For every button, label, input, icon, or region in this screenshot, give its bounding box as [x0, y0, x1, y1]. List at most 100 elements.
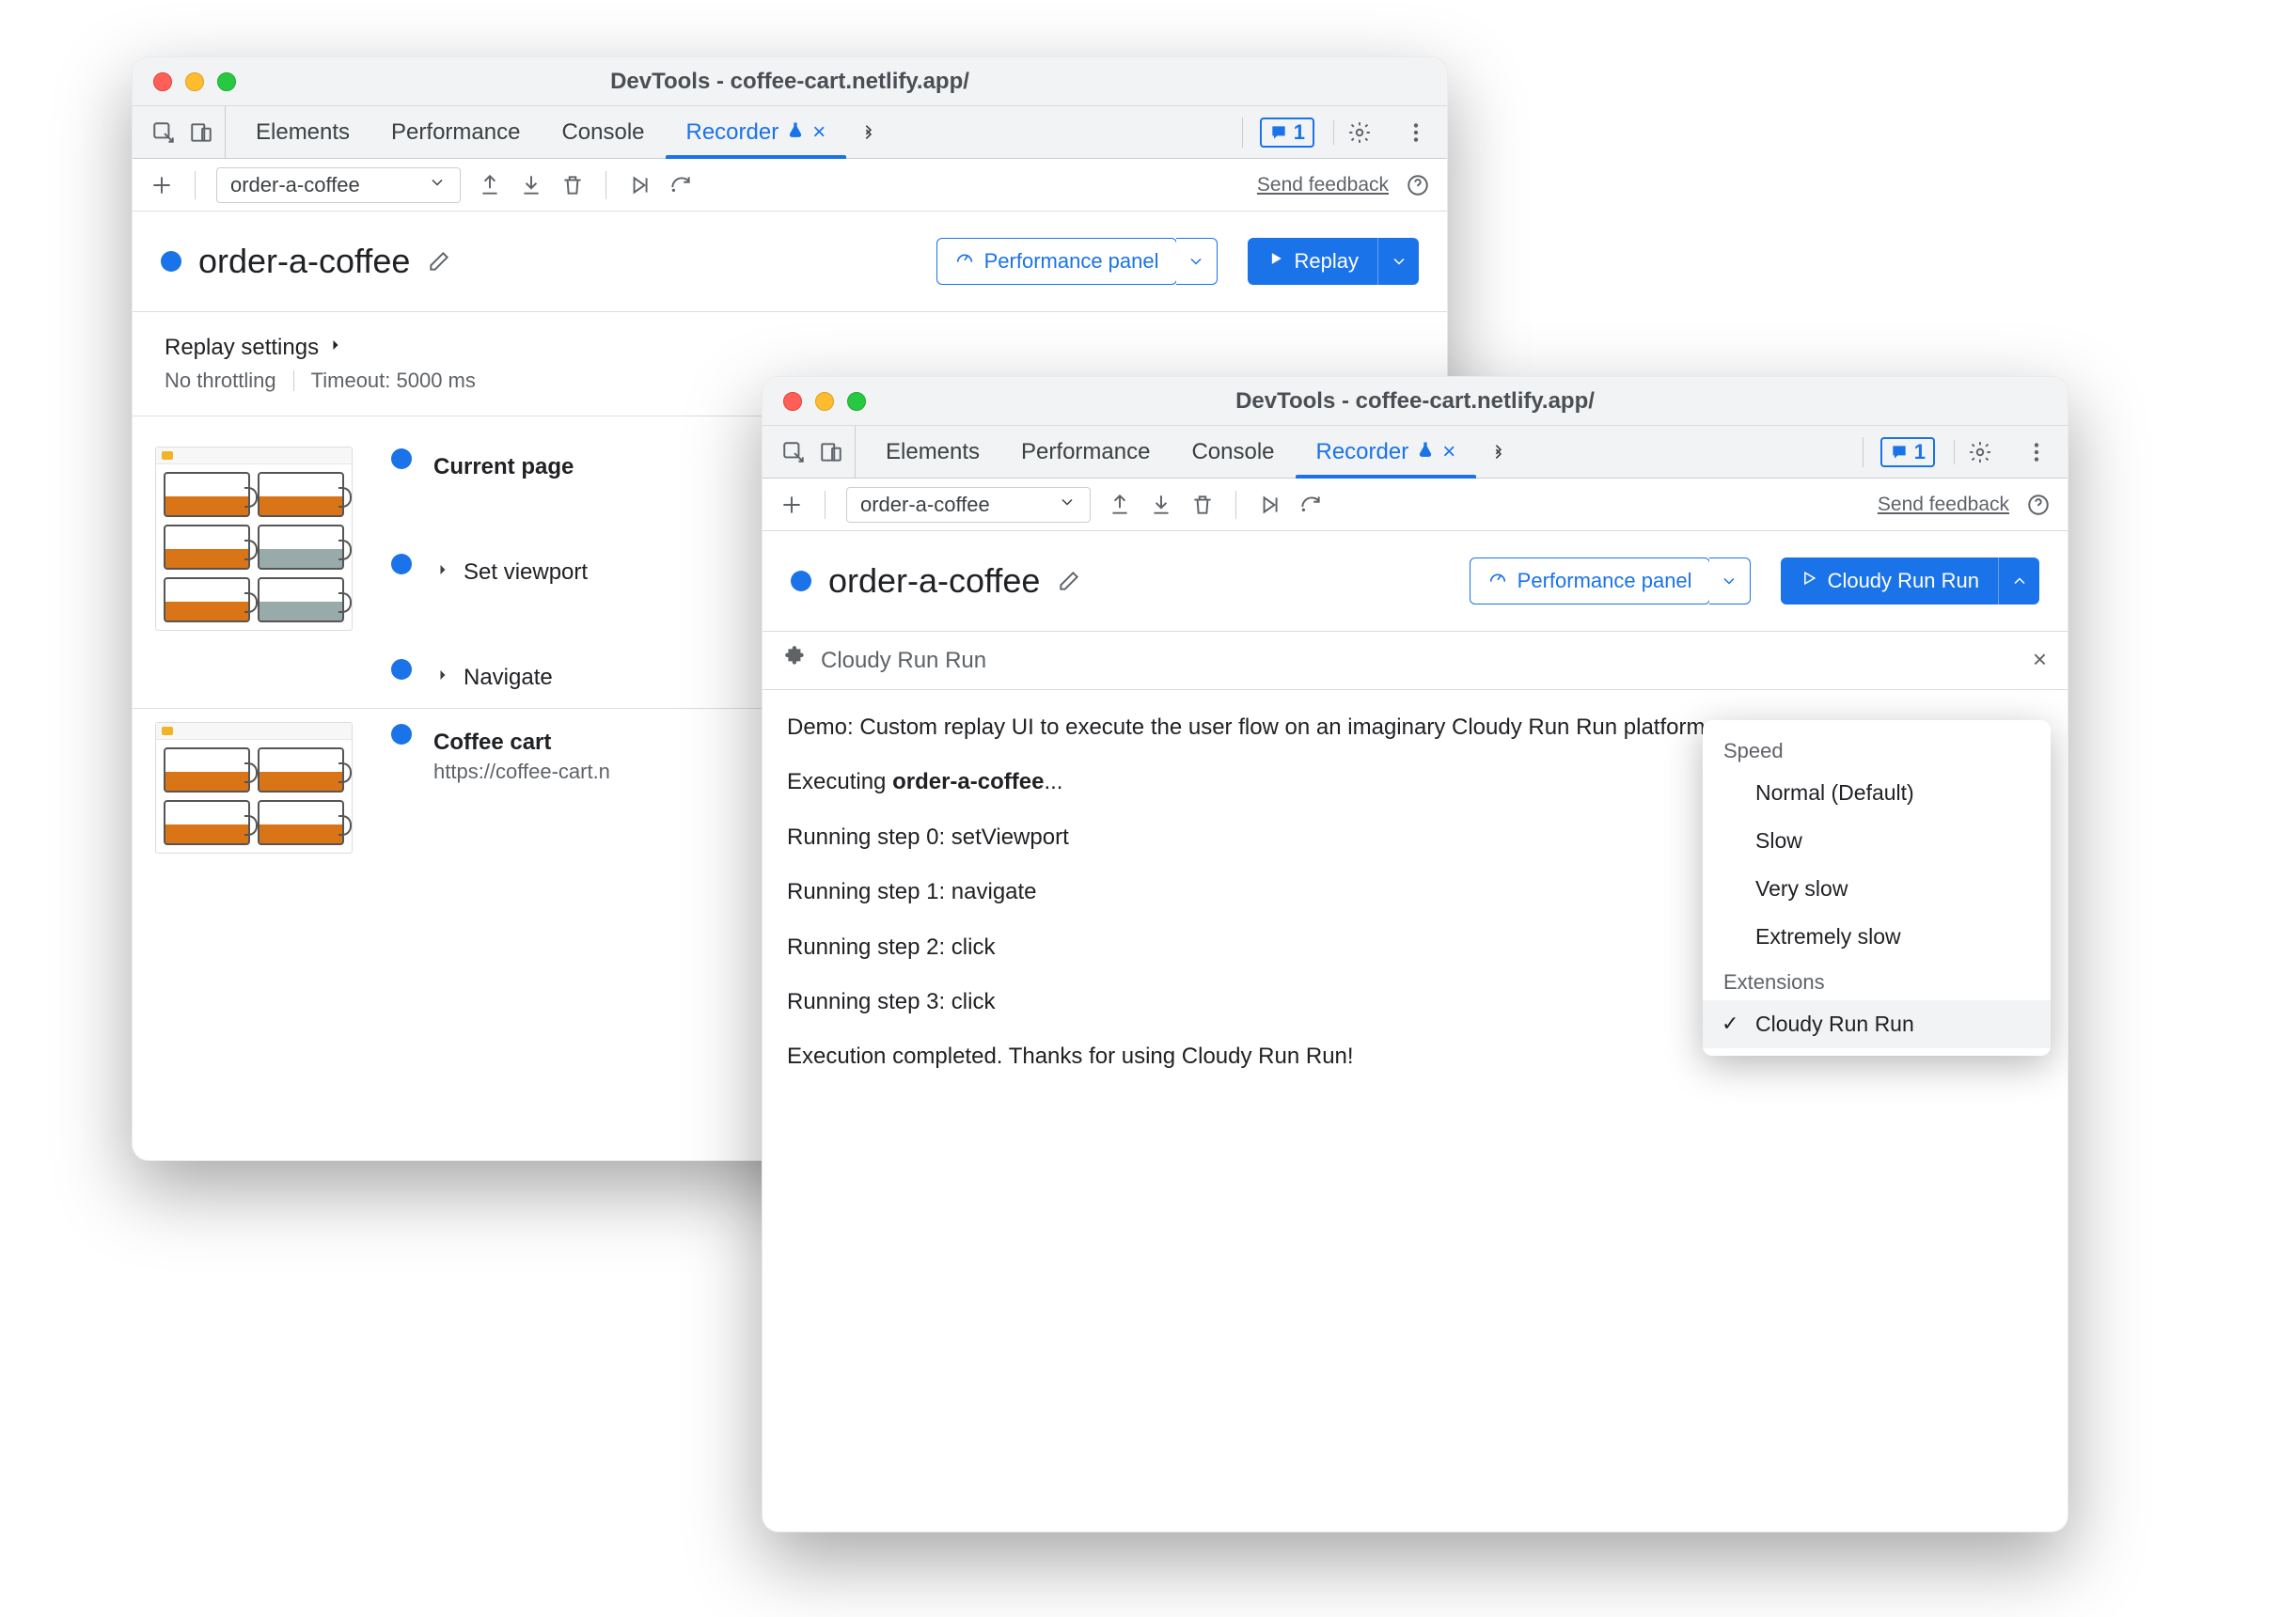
recording-title: order-a-coffee — [198, 242, 410, 281]
tab-strip: Elements Performance Console Recorder × … — [133, 106, 1447, 159]
message-icon — [1890, 443, 1909, 462]
performance-panel-caret[interactable] — [1709, 557, 1751, 604]
recorder-toolbar: order-a-coffee Send feedback — [133, 159, 1447, 212]
record-dot-icon — [161, 251, 181, 272]
replay-caret[interactable] — [1377, 238, 1419, 285]
chevron-right-icon — [326, 335, 345, 361]
tab-performance[interactable]: Performance — [370, 106, 541, 158]
recording-select-value: order-a-coffee — [230, 173, 360, 197]
gauge-icon — [1487, 568, 1508, 594]
expand-icon — [433, 665, 452, 691]
throttling-value: No throttling — [165, 369, 276, 393]
send-feedback-link[interactable]: Send feedback — [1878, 494, 2009, 516]
window-title: DevTools - coffee-cart.netlify.app/ — [133, 69, 1447, 95]
check-icon: ✓ — [1722, 1012, 1738, 1036]
devtools-window-front: DevTools - coffee-cart.netlify.app/ Elem… — [762, 376, 2068, 1532]
export-icon[interactable] — [478, 173, 502, 197]
tab-console[interactable]: Console — [1171, 426, 1295, 478]
replay-split: Replay — [1248, 238, 1419, 285]
menu-heading: Speed — [1703, 730, 2051, 769]
recording-select[interactable]: order-a-coffee — [846, 487, 1091, 523]
menu-item-label: Extremely slow — [1755, 924, 1901, 949]
recording-title: order-a-coffee — [828, 561, 1040, 601]
menu-heading: Extensions — [1703, 961, 2051, 1000]
kebab-icon[interactable] — [2024, 440, 2049, 464]
send-feedback-link[interactable]: Send feedback — [1257, 174, 1389, 196]
performance-panel-split: Performance panel — [1470, 557, 1751, 604]
close-icon[interactable]: × — [2033, 645, 2047, 674]
recording-select-value: order-a-coffee — [860, 493, 990, 517]
menu-item[interactable]: Very slow — [1703, 865, 2051, 913]
recorder-toolbar: order-a-coffee Send feedback — [763, 479, 2068, 531]
settings-icon[interactable] — [1954, 440, 2005, 464]
step-over-icon[interactable] — [1257, 493, 1282, 517]
titlebar[interactable]: DevTools - coffee-cart.netlify.app/ — [133, 57, 1447, 106]
issues-badge[interactable]: 1 — [1880, 437, 1935, 467]
replay-button[interactable]: Replay — [1248, 238, 1377, 285]
tabs-overflow-icon[interactable] — [846, 106, 893, 158]
extension-output: Cloudy Run Run × Demo: Custom replay UI … — [763, 632, 2068, 1108]
tab-performance[interactable]: Performance — [1000, 426, 1171, 478]
settings-icon[interactable] — [1333, 120, 1385, 145]
tabs-overflow-icon[interactable] — [1476, 426, 1523, 478]
device-toggle-icon[interactable] — [819, 440, 843, 464]
menu-item-label: Normal (Default) — [1755, 780, 1914, 805]
add-recording-icon[interactable] — [779, 493, 804, 517]
run-split: Cloudy Run Run — [1781, 557, 2039, 604]
step-icon[interactable] — [668, 173, 693, 197]
tab-recorder[interactable]: Recorder × — [1296, 426, 1477, 478]
recording-select[interactable]: order-a-coffee — [216, 167, 461, 203]
menu-item[interactable]: ✓ Cloudy Run Run — [1703, 1000, 2051, 1048]
inspect-icon[interactable] — [781, 440, 806, 464]
help-icon[interactable] — [2026, 493, 2051, 517]
issues-badge[interactable]: 1 — [1260, 118, 1314, 148]
step-icon[interactable] — [1298, 493, 1323, 517]
delete-icon[interactable] — [1190, 493, 1215, 517]
import-icon[interactable] — [1149, 493, 1173, 517]
step-over-icon[interactable] — [627, 173, 652, 197]
help-icon[interactable] — [1406, 173, 1430, 197]
tab-recorder[interactable]: Recorder × — [666, 106, 847, 158]
edit-title-icon[interactable] — [1057, 569, 1081, 593]
run-button[interactable]: Cloudy Run Run — [1781, 557, 1998, 604]
performance-panel-caret[interactable] — [1176, 238, 1218, 285]
menu-item[interactable]: Extremely slow — [1703, 913, 2051, 961]
message-icon — [1269, 123, 1288, 142]
menu-item-label: Cloudy Run Run — [1755, 1012, 1914, 1036]
delete-icon[interactable] — [560, 173, 585, 197]
play-outline-icon — [1800, 569, 1818, 593]
gauge-icon — [954, 248, 975, 275]
performance-panel-button[interactable]: Performance panel — [936, 238, 1177, 285]
recording-header: order-a-coffee Performance panel Cloudy … — [763, 531, 2068, 632]
record-dot-icon — [791, 571, 811, 591]
export-icon[interactable] — [1108, 493, 1132, 517]
expand-icon — [433, 559, 452, 586]
edit-title-icon[interactable] — [427, 249, 451, 274]
kebab-icon[interactable] — [1404, 120, 1428, 145]
timeout-value: Timeout: 5000 ms — [311, 369, 476, 393]
menu-item[interactable]: Normal (Default) — [1703, 769, 2051, 817]
run-caret[interactable] — [1998, 557, 2039, 604]
titlebar[interactable]: DevTools - coffee-cart.netlify.app/ — [763, 377, 2068, 426]
play-icon — [1266, 249, 1285, 274]
menu-item[interactable]: Slow — [1703, 817, 2051, 865]
window-title: DevTools - coffee-cart.netlify.app/ — [763, 388, 2068, 415]
tab-console[interactable]: Console — [541, 106, 665, 158]
flask-icon — [786, 119, 805, 146]
chevron-down-icon — [428, 173, 447, 197]
step-thumbnail — [155, 722, 353, 854]
menu-item-label: Slow — [1755, 828, 1802, 853]
tab-elements[interactable]: Elements — [865, 426, 1000, 478]
recording-header: order-a-coffee Performance panel Replay — [133, 212, 1447, 312]
replay-settings-label: Replay settings — [165, 335, 319, 361]
close-tab-icon[interactable]: × — [1442, 439, 1455, 465]
close-tab-icon[interactable]: × — [812, 119, 826, 146]
extension-puzzle-icon — [783, 645, 808, 676]
import-icon[interactable] — [519, 173, 543, 197]
tab-elements[interactable]: Elements — [235, 106, 370, 158]
device-toggle-icon[interactable] — [189, 120, 213, 145]
add-recording-icon[interactable] — [149, 173, 174, 197]
performance-panel-button[interactable]: Performance panel — [1470, 557, 1710, 604]
inspect-icon[interactable] — [151, 120, 176, 145]
menu-item-label: Very slow — [1755, 876, 1848, 901]
